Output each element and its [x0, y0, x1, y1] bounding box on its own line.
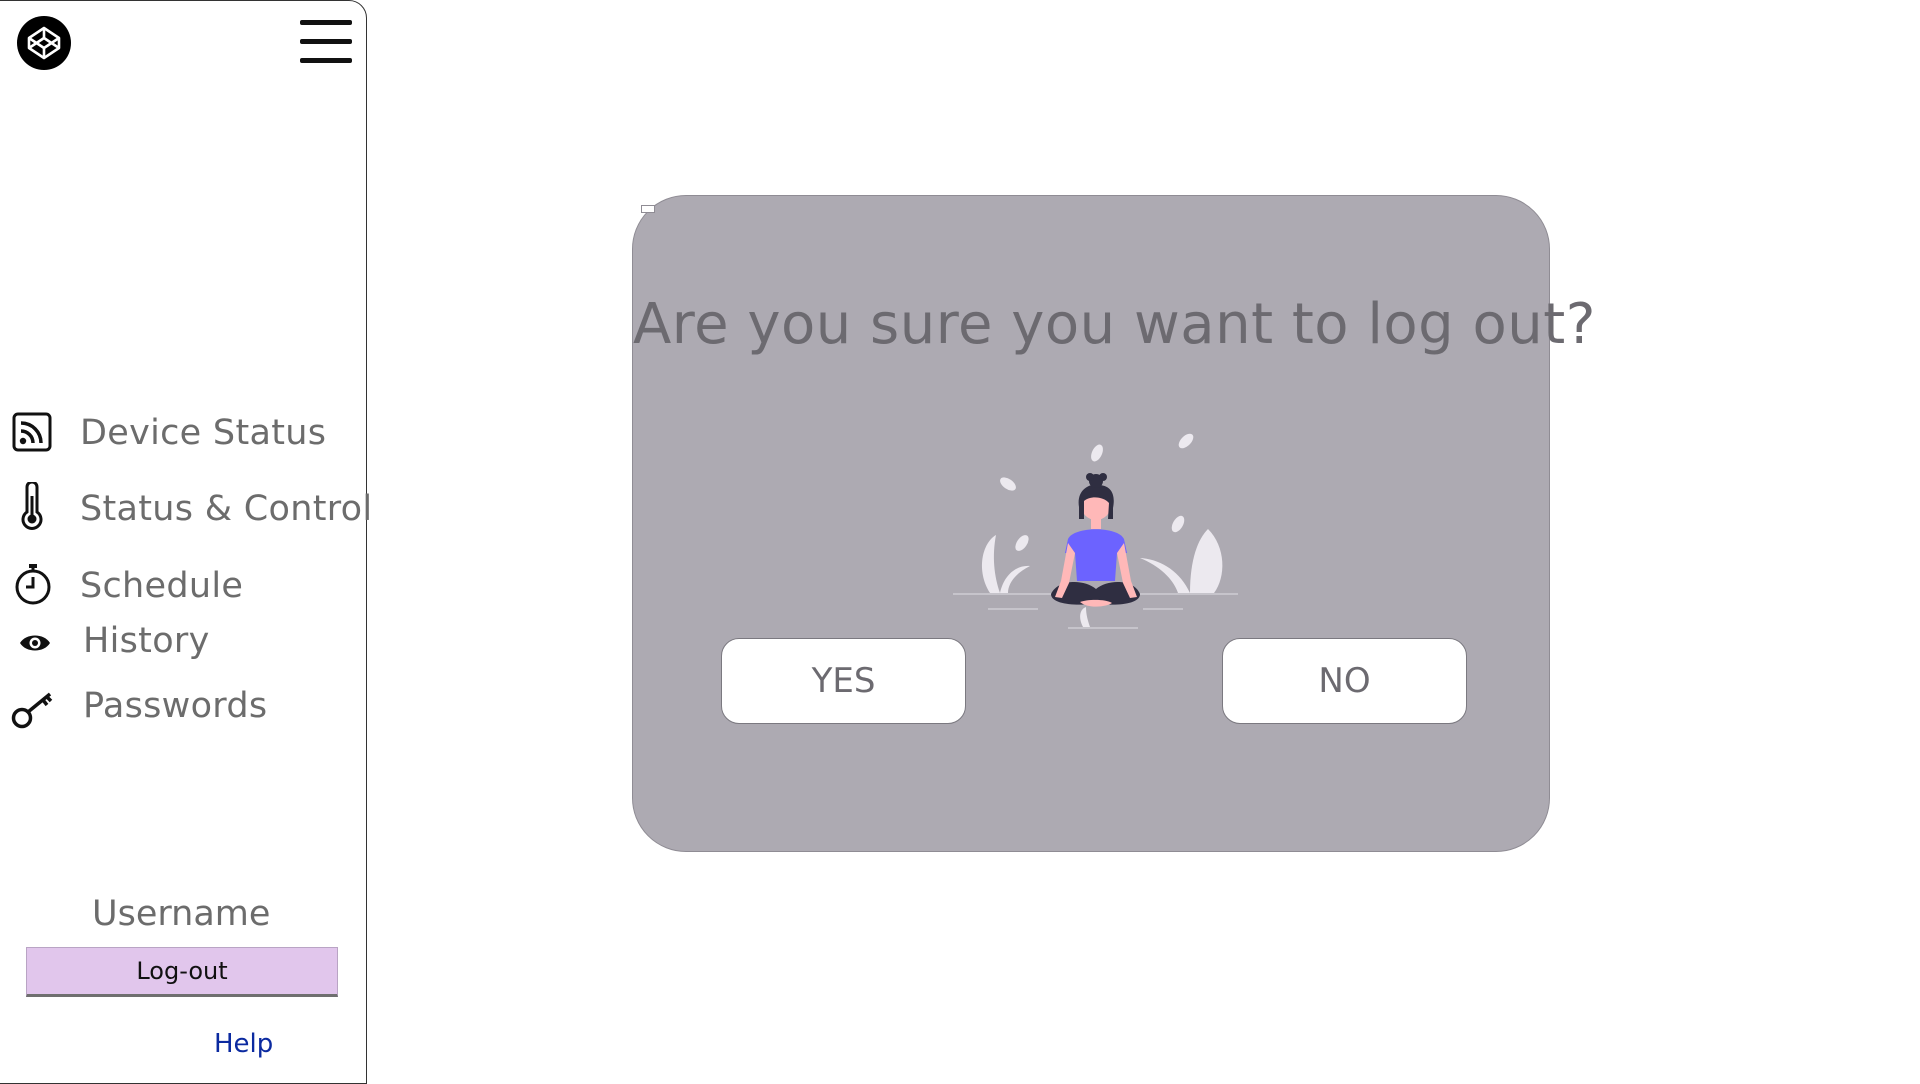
sidebar-item-label: Status & Control [80, 489, 373, 529]
sidebar-item-schedule[interactable]: Schedule [0, 561, 360, 611]
hamburger-menu-icon[interactable] [300, 20, 352, 64]
stopwatch-icon [13, 562, 53, 611]
sidebar-item-label: Device Status [80, 413, 327, 453]
rss-feed-icon [12, 412, 52, 457]
no-button[interactable]: NO [1222, 638, 1467, 724]
username-label: Username [92, 894, 271, 934]
thermometer-icon [16, 480, 48, 535]
dialog-title: Are you sure you want to log out? [633, 292, 1596, 357]
sidebar-item-label: Passwords [83, 686, 268, 726]
sidebar-item-label: Schedule [80, 566, 244, 606]
sidebar-item-device-status[interactable]: Device Status [0, 409, 360, 459]
eye-icon [18, 631, 52, 660]
sidebar-item-status-control[interactable]: Status & Control [0, 480, 372, 531]
key-icon [10, 688, 54, 735]
sidebar: Device Status Status & Control Schedule [0, 0, 372, 1084]
sidebar-item-label: History [83, 621, 210, 661]
sidebar-item-history[interactable]: History [0, 621, 360, 671]
help-link[interactable]: Help [214, 1029, 273, 1059]
logout-button[interactable]: Log-out [26, 947, 338, 997]
codepen-logo-icon[interactable] [17, 16, 71, 70]
logout-confirm-dialog: Are you sure you want to log out? YES NO [632, 195, 1596, 852]
sidebar-item-passwords[interactable]: Passwords [0, 684, 360, 734]
yes-button[interactable]: YES [721, 638, 966, 724]
resize-handle[interactable] [641, 205, 655, 213]
